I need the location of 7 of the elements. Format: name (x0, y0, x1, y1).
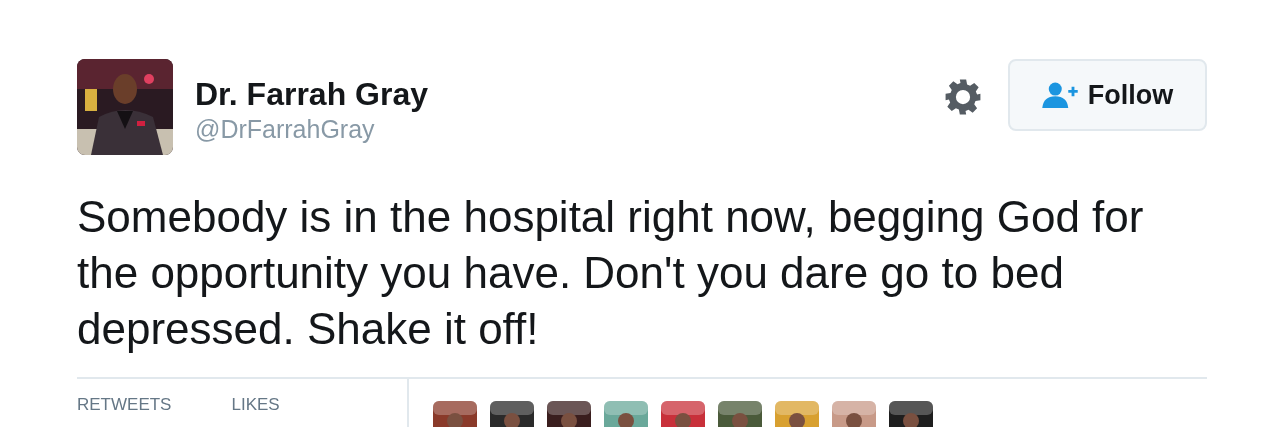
author-name[interactable]: Dr. Farrah Gray (195, 75, 428, 113)
stat-label: RETWEETS (77, 395, 172, 415)
stat-label: LIKES (231, 395, 280, 415)
settings-icon[interactable] (944, 78, 982, 116)
tweet-text: Somebody is in the hospital right now, begging God for the opportunity you have. Don't you dare go to bed depressed. Shake it off! (77, 191, 1145, 355)
add-person-icon (1041, 82, 1078, 108)
follow-button[interactable]: Follow (1008, 59, 1207, 131)
